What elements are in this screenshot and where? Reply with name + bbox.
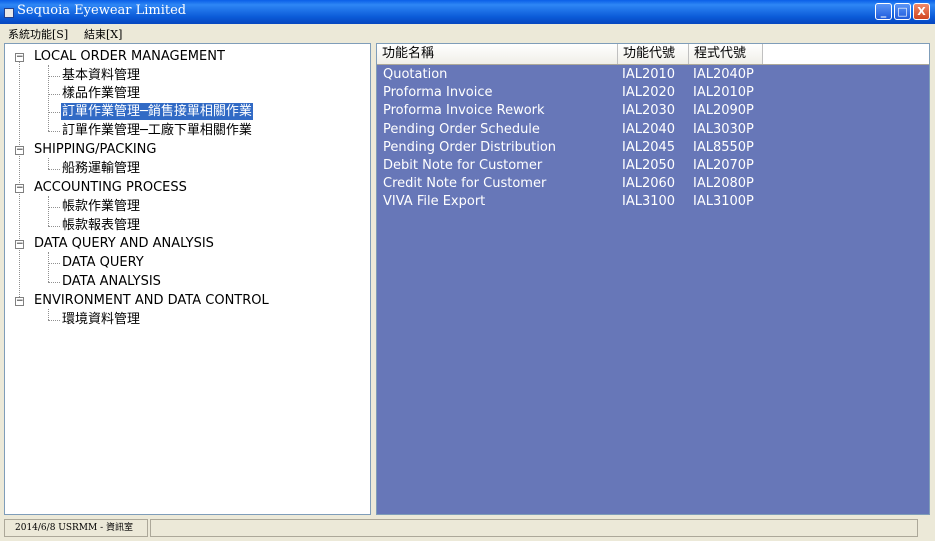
list-cell-program-code: IAL2070P	[693, 158, 754, 173]
tree-item-basic-data[interactable]: 基本資料管理	[62, 67, 140, 84]
tree-connector	[48, 282, 60, 283]
list-cell-function-code: IAL2045	[622, 139, 676, 155]
menu-exit[interactable]: 結束[X]	[84, 26, 122, 42]
maximize-button[interactable]: □	[894, 3, 911, 20]
list-cell-function-name: Pending Order Schedule	[383, 121, 540, 137]
window-title: Sequoia Eyewear Limited	[17, 3, 187, 18]
list-cell-function-code: IAL2050	[622, 158, 676, 173]
status-user-date: 2014/6/8 USRMM - 資訊室	[4, 519, 148, 537]
column-header-function-code[interactable]: 功能代號	[618, 44, 689, 64]
close-button[interactable]: X	[913, 3, 930, 20]
tree-item-account-report[interactable]: 帳款報表管理	[62, 217, 140, 234]
collapse-icon[interactable]: −	[15, 297, 24, 306]
tree-connector	[48, 112, 60, 113]
list-cell-function-code: IAL3100	[622, 194, 676, 210]
list-cell-program-code: IAL2090P	[693, 103, 754, 119]
tree-connector	[48, 309, 49, 320]
list-cell-function-name: Proforma Invoice Rework	[383, 103, 545, 119]
list-cell-program-code: IAL8550P	[693, 139, 754, 155]
minimize-button[interactable]: _	[875, 3, 892, 20]
list-cell-function-code: IAL2020	[622, 85, 676, 101]
list-cell-function-name: Quotation	[383, 67, 448, 82]
list-cell-function-code: IAL2030	[622, 103, 676, 119]
list-cell-function-name: Debit Note for Customer	[383, 158, 543, 173]
tree-item-data-analysis[interactable]: DATA ANALYSIS	[62, 273, 161, 290]
tree-item-environment-data[interactable]: 環境資料管理	[62, 311, 140, 328]
tree-connector	[48, 65, 49, 131]
tree-item-account-process[interactable]: 帳款作業管理	[62, 198, 140, 215]
collapse-icon[interactable]: −	[15, 240, 24, 249]
tree-group-shipping[interactable]: SHIPPING/PACKING	[34, 141, 156, 158]
list-header: 功能名稱 功能代號 程式代號	[377, 44, 929, 65]
collapse-icon[interactable]: −	[15, 53, 24, 62]
tree-group-data-query[interactable]: DATA QUERY AND ANALYSIS	[34, 235, 214, 252]
title-bar[interactable]: Sequoia Eyewear Limited _ □ X	[0, 0, 935, 24]
tree-connector	[48, 207, 60, 208]
list-cell-program-code: IAL3030P	[693, 121, 754, 137]
table-row[interactable]: Quotation IAL2010 IAL2040P	[377, 66, 929, 84]
list-cell-function-name: VIVA File Export	[383, 194, 486, 210]
tree-item-factory-order[interactable]: 訂單作業管理─工廠下單相關作業	[62, 122, 252, 139]
list-cell-program-code: IAL2080P	[693, 176, 754, 192]
table-row[interactable]: Proforma Invoice IAL2020 IAL2010P	[377, 84, 929, 102]
tree-item-shipping-mgmt[interactable]: 船務運輸管理	[62, 160, 140, 177]
function-tree[interactable]: − LOCAL ORDER MANAGEMENT 基本資料管理 樣品作業管理 訂…	[4, 43, 371, 515]
menu-bar: 系統功能[S] 結束[X]	[0, 24, 935, 42]
tree-group-local-order[interactable]: LOCAL ORDER MANAGEMENT	[34, 48, 225, 65]
list-cell-function-code: IAL2060	[622, 176, 676, 192]
list-cell-program-code: IAL2040P	[693, 67, 754, 82]
tree-connector	[48, 320, 60, 321]
list-cell-program-code: IAL3100P	[693, 194, 754, 210]
tree-connector	[48, 226, 60, 227]
tree-group-environment[interactable]: ENVIRONMENT AND DATA CONTROL	[34, 292, 269, 309]
tree-connector	[48, 196, 49, 226]
app-icon[interactable]	[4, 8, 14, 18]
status-message	[150, 519, 918, 537]
tree-item-data-query[interactable]: DATA QUERY	[62, 254, 144, 271]
table-row[interactable]: Proforma Invoice Rework IAL2030 IAL2090P	[377, 102, 929, 120]
collapse-icon[interactable]: −	[15, 184, 24, 193]
column-header-program-code[interactable]: 程式代號	[689, 44, 763, 64]
table-row[interactable]: VIVA File Export IAL3100 IAL3100P	[377, 193, 929, 211]
tree-connector	[48, 76, 60, 77]
menu-system[interactable]: 系統功能[S]	[8, 26, 68, 42]
tree-connector	[48, 158, 49, 169]
tree-connector	[48, 252, 49, 282]
list-cell-function-code: IAL2040	[622, 121, 676, 137]
tree-item-sample[interactable]: 樣品作業管理	[62, 85, 140, 102]
tree-connector	[48, 94, 60, 95]
tree-connector	[48, 263, 60, 264]
tree-connector	[48, 169, 60, 170]
tree-connector	[48, 131, 60, 132]
status-bar: 2014/6/8 USRMM - 資訊室	[0, 517, 935, 541]
list-cell-function-name: Pending Order Distribution	[383, 139, 557, 155]
collapse-icon[interactable]: −	[15, 146, 24, 155]
list-cell-function-code: IAL2010	[622, 67, 676, 82]
table-row[interactable]: Pending Order Distribution IAL2045 IAL8550…	[377, 139, 929, 157]
function-list[interactable]: 功能名稱 功能代號 程式代號 Quotation IAL2010 IAL2040P P…	[376, 43, 930, 515]
list-cell-program-code: IAL2010P	[693, 85, 754, 101]
tree-item-sales-order[interactable]: 訂單作業管理─銷售接單相關作業	[61, 103, 253, 120]
table-row[interactable]: Credit Note for Customer IAL2060 IAL2080P	[377, 175, 929, 193]
tree-group-accounting[interactable]: ACCOUNTING PROCESS	[34, 179, 187, 196]
list-cell-function-name: Credit Note for Customer	[383, 176, 547, 192]
list-cell-function-name: Proforma Invoice	[383, 85, 493, 101]
table-row[interactable]: Debit Note for Customer IAL2050 IAL2070P	[377, 157, 929, 175]
column-header-function-name[interactable]: 功能名稱	[377, 44, 618, 64]
table-row[interactable]: Pending Order Schedule IAL2040 IAL3030P	[377, 121, 929, 139]
